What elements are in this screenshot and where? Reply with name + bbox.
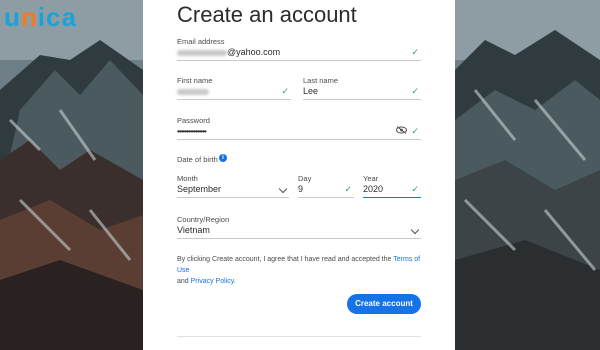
- check-icon: ✓: [411, 126, 419, 136]
- privacy-policy-link[interactable]: Privacy Policy.: [191, 278, 236, 285]
- chevron-down-icon: [278, 184, 288, 194]
- background-mountains-left: [0, 0, 143, 350]
- day-field[interactable]: 9 ✓: [298, 181, 354, 198]
- terms-text: By clicking Create account, I agree that…: [177, 256, 421, 285]
- check-icon: ✓: [344, 184, 352, 194]
- check-icon: ✓: [281, 86, 289, 96]
- last-name-value: Lee: [303, 86, 319, 96]
- page-title: Create an account: [177, 2, 357, 27]
- password-field[interactable]: •••••••••••••••• ✓: [177, 123, 421, 140]
- blurred-first-name: [177, 88, 209, 95]
- month-select[interactable]: September: [177, 181, 289, 198]
- divider: [177, 336, 421, 337]
- day-value: 9: [298, 184, 304, 194]
- email-domain: @yahoo.com: [227, 47, 281, 57]
- hide-password-icon[interactable]: [396, 126, 407, 136]
- check-icon: ✓: [411, 86, 419, 96]
- password-value: ••••••••••••••••: [177, 127, 207, 136]
- email-field[interactable]: @yahoo.com ✓: [177, 44, 421, 61]
- info-icon[interactable]: i: [219, 154, 227, 162]
- first-name-field[interactable]: ✓: [177, 83, 291, 100]
- signup-panel: Create an account Email address @yahoo.c…: [143, 0, 455, 350]
- month-value: September: [177, 184, 222, 194]
- country-value: Vietnam: [177, 225, 210, 235]
- last-name-field[interactable]: Lee ✓: [303, 83, 421, 100]
- dob-label: Date of birth: [177, 155, 218, 164]
- country-select[interactable]: Vietnam: [177, 222, 421, 239]
- check-icon: ✓: [411, 184, 419, 194]
- year-value: 2020: [363, 184, 384, 194]
- background-mountains-right: [455, 0, 600, 350]
- create-account-button[interactable]: Create account: [347, 294, 421, 314]
- unica-logo: unica: [4, 2, 77, 32]
- blurred-email-user: [177, 49, 227, 56]
- check-icon: ✓: [411, 47, 419, 57]
- year-field[interactable]: 2020 ✓: [363, 181, 421, 198]
- chevron-down-icon: [410, 225, 420, 235]
